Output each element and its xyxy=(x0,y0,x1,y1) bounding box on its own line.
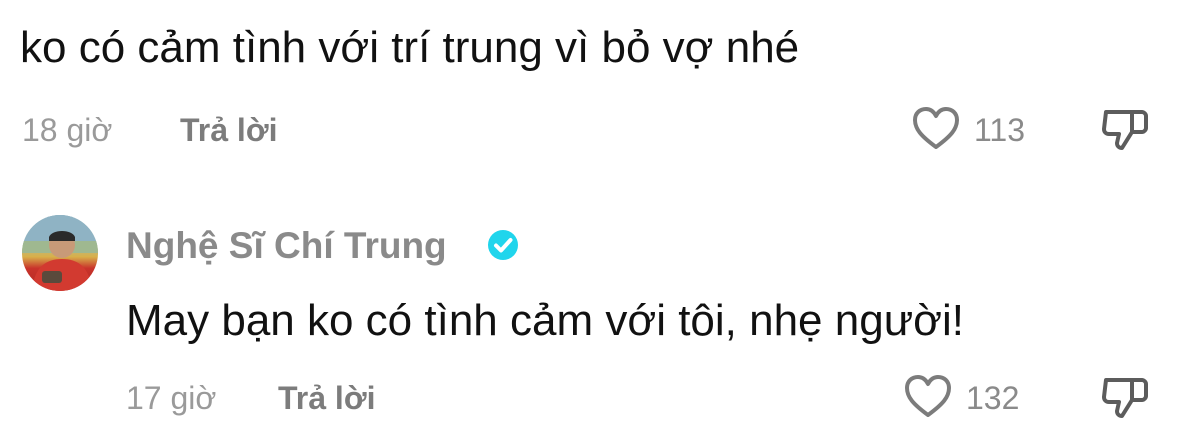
reply-dislike-button[interactable] xyxy=(1100,374,1150,420)
thumbs-down-icon xyxy=(1100,106,1150,152)
reply-reply-button[interactable]: Trả lời xyxy=(278,378,375,418)
reply-author-name[interactable]: Nghệ Sĩ Chí Trung xyxy=(126,222,447,270)
reply-like-button[interactable] xyxy=(904,374,952,420)
avatar-image xyxy=(22,215,98,291)
reply-like-count: 132 xyxy=(966,380,1020,416)
comment-text: ko có cảm tình với trí trung vì bỏ vợ nh… xyxy=(20,23,800,72)
comment-dislike-button[interactable] xyxy=(1100,106,1150,152)
comment-reply-button[interactable]: Trả lời xyxy=(180,110,277,150)
comment-like-button[interactable] xyxy=(912,106,960,152)
verified-badge-icon xyxy=(486,228,520,262)
reply-text: May bạn ko có tình cảm với tôi, nhẹ ngườ… xyxy=(126,296,964,345)
avatar[interactable] xyxy=(22,215,98,291)
heart-outline-icon xyxy=(912,106,960,152)
thumbs-down-icon xyxy=(1100,374,1150,420)
comment-like-count: 113 xyxy=(974,112,1026,148)
reply-timestamp: 17 giờ xyxy=(126,380,217,416)
heart-outline-icon xyxy=(904,374,952,420)
comment-timestamp: 18 giờ xyxy=(22,112,113,148)
